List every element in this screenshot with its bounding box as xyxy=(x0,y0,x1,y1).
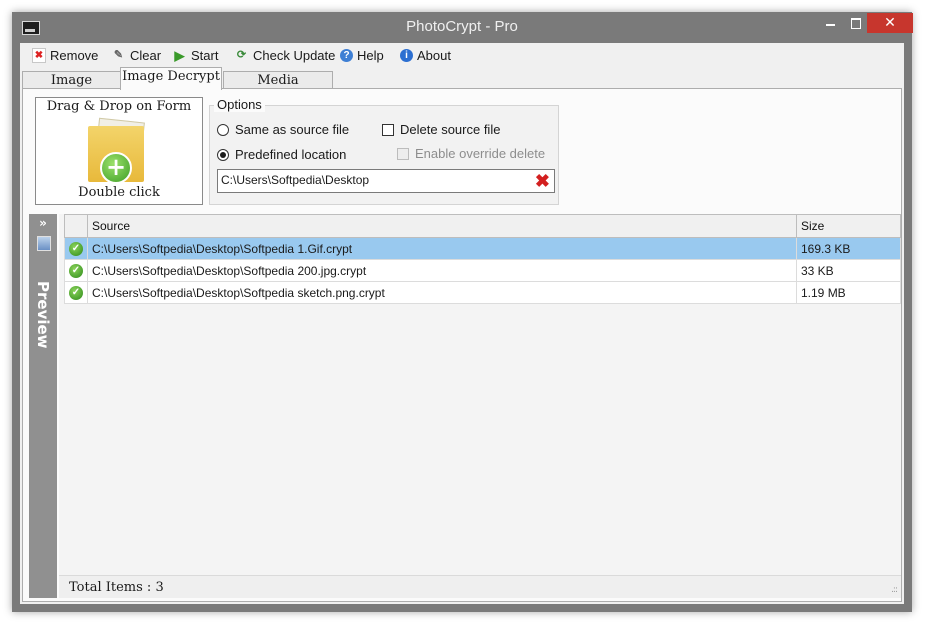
delete-source-checkbox[interactable] xyxy=(382,123,394,136)
tab-image-encrypt[interactable]: Image Encrypt xyxy=(22,71,121,105)
check-ok-icon: ✓ xyxy=(69,285,83,300)
remove-label: Remove xyxy=(50,47,99,63)
title-bar[interactable]: PhotoCrypt - Pro ✕ xyxy=(12,12,913,43)
source-cell: C:\Users\Softpedia\Desktop\Softpedia ske… xyxy=(87,281,797,304)
remove-button[interactable]: ✖ Remove xyxy=(32,46,98,64)
table-header-row: Source Size xyxy=(64,214,901,238)
window-title: PhotoCrypt - Pro xyxy=(406,18,518,35)
enable-override-delete-label: Enable override delete xyxy=(415,146,546,161)
image-icon xyxy=(37,236,51,251)
drop-zone-title: Drag & Drop on Form xyxy=(46,99,192,114)
clear-icon: ✎ xyxy=(113,48,124,61)
source-column-header[interactable]: Source xyxy=(87,214,797,238)
help-icon: ? xyxy=(340,48,353,62)
size-cell: 169.3 KB xyxy=(796,237,901,260)
drop-zone[interactable]: Drag & Drop on Form + Double click xyxy=(35,97,203,205)
table-row[interactable]: ✓ C:\Users\Softpedia\Desktop\Softpedia s… xyxy=(64,281,901,304)
location-path-value: C:\Users\Softpedia\Desktop xyxy=(221,173,370,187)
predefined-location-option[interactable]: Predefined location xyxy=(217,147,346,162)
same-as-source-option[interactable]: Same as source file xyxy=(217,122,349,137)
start-label: Start xyxy=(191,47,219,63)
size-cell: 33 KB xyxy=(796,259,901,282)
resize-grip-icon[interactable]: .:: xyxy=(891,585,898,595)
predefined-location-radio[interactable] xyxy=(217,148,229,161)
file-table: Source Size ✓ C:\Users\Softpedia\Desktop… xyxy=(64,214,901,304)
source-cell: C:\Users\Softpedia\Desktop\Softpedia 1.G… xyxy=(87,237,797,260)
add-folder-icon: + xyxy=(88,117,148,184)
tab-strip: Image Encrypt Image Decrypt Media Protec… xyxy=(20,67,904,105)
delete-source-option[interactable]: Delete source file xyxy=(382,122,500,137)
close-button[interactable]: ✕ xyxy=(867,13,913,33)
size-cell: 1.19 MB xyxy=(796,281,901,304)
image-decrypt-panel: Drag & Drop on Form + Double click Optio… xyxy=(22,88,902,602)
check-update-label: Check Update xyxy=(253,47,336,63)
size-column-header[interactable]: Size xyxy=(796,214,901,238)
status-cell: ✓ xyxy=(64,259,88,282)
source-cell: C:\Users\Softpedia\Desktop\Softpedia 200… xyxy=(87,259,797,282)
check-ok-icon: ✓ xyxy=(69,263,83,278)
clear-path-icon[interactable]: ✖ xyxy=(535,171,550,191)
enable-override-delete-option: Enable override delete xyxy=(397,146,545,161)
start-button[interactable]: ▶ Start xyxy=(172,46,219,64)
total-items-label: Total Items : xyxy=(69,580,152,595)
minimize-button[interactable] xyxy=(817,13,843,33)
status-cell: ✓ xyxy=(64,237,88,260)
delete-source-label: Delete source file xyxy=(400,122,501,137)
same-as-source-radio[interactable] xyxy=(217,123,229,136)
drop-zone-subtitle: Double click xyxy=(78,185,160,200)
preview-label: Preview xyxy=(34,281,52,349)
check-update-icon: ⟳ xyxy=(236,48,247,61)
location-path-field[interactable]: C:\Users\Softpedia\Desktop ✖ xyxy=(217,169,555,193)
about-button[interactable]: i About xyxy=(400,46,451,64)
enable-override-delete-checkbox xyxy=(397,147,409,160)
help-label: Help xyxy=(357,47,384,63)
app-window: PhotoCrypt - Pro ✕ ✖ Remove ✎ Clear ▶ St… xyxy=(12,12,913,612)
file-grid: Source Size ✓ C:\Users\Softpedia\Desktop… xyxy=(59,214,901,598)
status-cell: ✓ xyxy=(64,281,88,304)
table-row[interactable]: ✓ C:\Users\Softpedia\Desktop\Softpedia 2… xyxy=(64,259,901,282)
tab-image-decrypt[interactable]: Image Decrypt xyxy=(120,67,222,90)
status-column-header[interactable] xyxy=(64,214,88,238)
info-icon: i xyxy=(400,48,413,62)
clear-button[interactable]: ✎ Clear xyxy=(111,46,161,64)
help-button[interactable]: ? Help xyxy=(340,46,384,64)
table-row[interactable]: ✓ C:\Users\Softpedia\Desktop\Softpedia 1… xyxy=(64,237,901,260)
check-update-button[interactable]: ⟳ Check Update xyxy=(234,46,336,64)
remove-icon: ✖ xyxy=(32,47,46,63)
maximize-button[interactable] xyxy=(843,13,869,33)
start-icon: ▶ xyxy=(174,47,185,63)
client-area: ✖ Remove ✎ Clear ▶ Start ⟳ Check Update … xyxy=(20,43,904,604)
status-bar: Total Items : 3 .:: xyxy=(59,575,901,598)
clear-label: Clear xyxy=(130,47,162,63)
predefined-location-label: Predefined location xyxy=(235,147,347,162)
total-items: Total Items : 3 xyxy=(69,580,164,595)
expand-chevron-icon[interactable]: » xyxy=(29,216,57,230)
toolbar: ✖ Remove ✎ Clear ▶ Start ⟳ Check Update … xyxy=(20,43,904,67)
check-ok-icon: ✓ xyxy=(69,241,83,256)
tab-media-protection[interactable]: Media Protection xyxy=(223,71,333,105)
options-group: Options Same as source file Predefined l… xyxy=(209,97,559,205)
about-label: About xyxy=(417,47,451,63)
total-items-value: 3 xyxy=(155,580,164,595)
options-legend: Options xyxy=(214,97,265,112)
same-as-source-label: Same as source file xyxy=(235,122,350,137)
preview-panel-toggle[interactable]: » Preview xyxy=(29,214,57,598)
